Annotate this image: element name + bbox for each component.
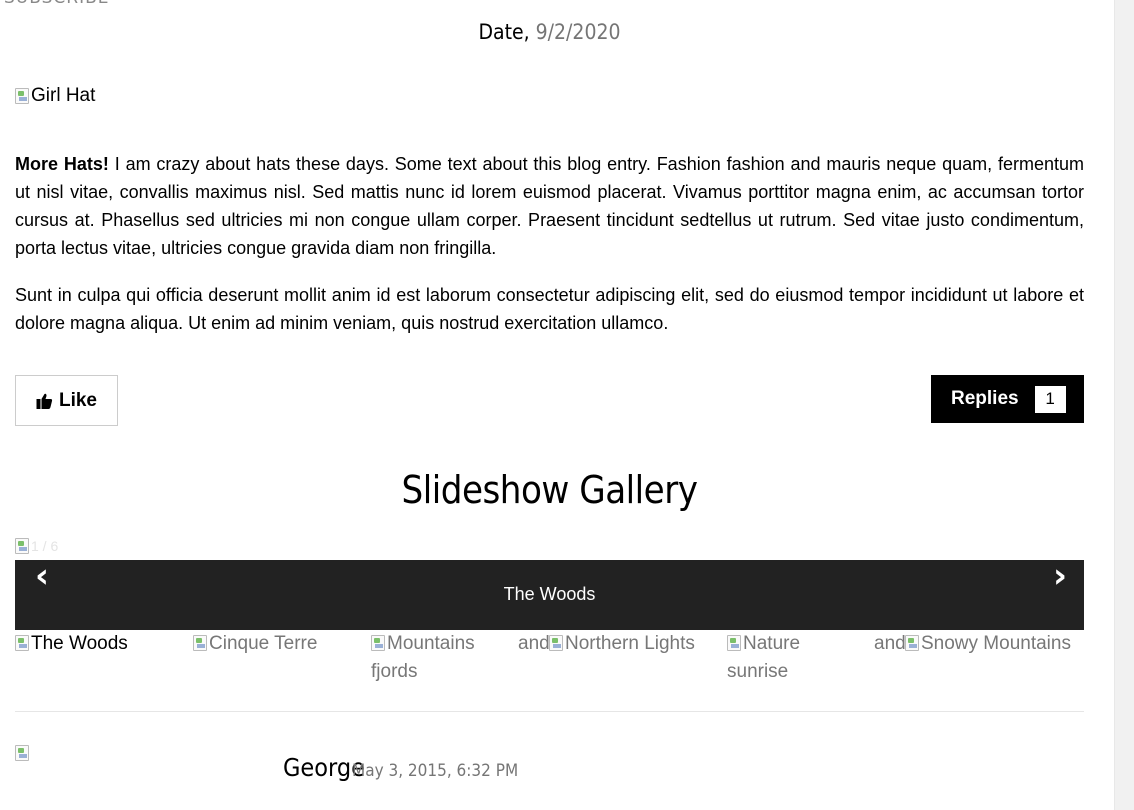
broken-image-icon xyxy=(549,635,563,651)
divider xyxy=(15,711,1084,712)
slide-caption-bar: ‹ The Woods › xyxy=(15,556,1084,630)
subscribe-heading-cut: SUBSCRIBE xyxy=(4,0,110,8)
slide-counter: 1 / 6 xyxy=(31,538,59,554)
thumbs-up-icon xyxy=(36,393,53,409)
thumbnail-alt-and: and xyxy=(874,633,906,654)
thumbnail-alt: The Woods xyxy=(31,633,128,654)
gallery-title: Slideshow Gallery xyxy=(401,468,698,512)
thumbnail-snowy-mountains[interactable]: Snowy Mountains xyxy=(905,630,1083,658)
slide-caption: The Woods xyxy=(503,584,596,604)
post-body-2: Sunt in culpa qui officia deserunt molli… xyxy=(15,285,1084,333)
date-label: Date, xyxy=(478,20,530,44)
thumbnail-alt: Northern Lights xyxy=(565,633,695,654)
thumbnail-alt-line1: Mountains xyxy=(387,633,475,654)
post-title: More Hats! xyxy=(15,154,109,174)
thumbnail-cinque-terre[interactable]: Cinque Terre xyxy=(193,630,371,658)
like-button[interactable]: Like xyxy=(15,375,118,426)
post-body-1: More Hats! I am crazy about hats these d… xyxy=(15,150,1084,262)
thumbnail-alt: Cinque Terre xyxy=(209,633,318,654)
broken-image-icon xyxy=(193,635,207,651)
broken-image-icon xyxy=(15,635,29,651)
thumbnail-alt-and: and xyxy=(518,633,550,654)
main-content: SUBSCRIBE Date, 9/2/2020 Girl Hat More H… xyxy=(0,0,1114,810)
thumbnail-alt-line2: sunrise xyxy=(727,661,789,682)
thumbnail-alt-line1: Nature xyxy=(743,633,801,654)
replies-button[interactable]: Replies 1 xyxy=(931,375,1084,423)
like-label: Like xyxy=(58,389,98,411)
post-date: Date, 9/2/2020 xyxy=(15,20,1084,44)
broken-image-icon xyxy=(15,745,29,761)
thumbnail-the-woods[interactable]: The Woods xyxy=(15,630,193,658)
thumbnail-alt-line2: fjords xyxy=(371,661,418,682)
broken-image-icon xyxy=(15,88,29,104)
replies-label: Replies xyxy=(951,388,1019,409)
avatar xyxy=(15,745,29,766)
broken-image-icon xyxy=(727,635,741,651)
thumbnail-northern-lights[interactable]: Northern Lights xyxy=(549,630,727,658)
next-slide-button[interactable]: › xyxy=(1053,556,1067,596)
post-image-alt: Girl Hat xyxy=(31,85,96,106)
replies-count-badge: 1 xyxy=(1034,385,1066,413)
comment-date: May 3, 2015, 6:32 PM xyxy=(352,761,519,781)
broken-image-icon xyxy=(15,538,29,554)
thumbnail-alt: Snowy Mountains xyxy=(921,633,1071,654)
slide-image: 1 / 6 xyxy=(15,538,58,554)
post-body-1-text: I am crazy about hats these days. Some t… xyxy=(15,154,1085,258)
thumbnail-row: The Woods Cinque Terre Mountains fjords … xyxy=(15,630,1084,690)
vertical-scrollbar[interactable] xyxy=(1114,0,1134,810)
broken-image-icon xyxy=(905,635,919,651)
post-image: Girl Hat xyxy=(15,85,95,107)
date-value: 9/2/2020 xyxy=(535,20,621,44)
broken-image-icon xyxy=(371,635,385,651)
